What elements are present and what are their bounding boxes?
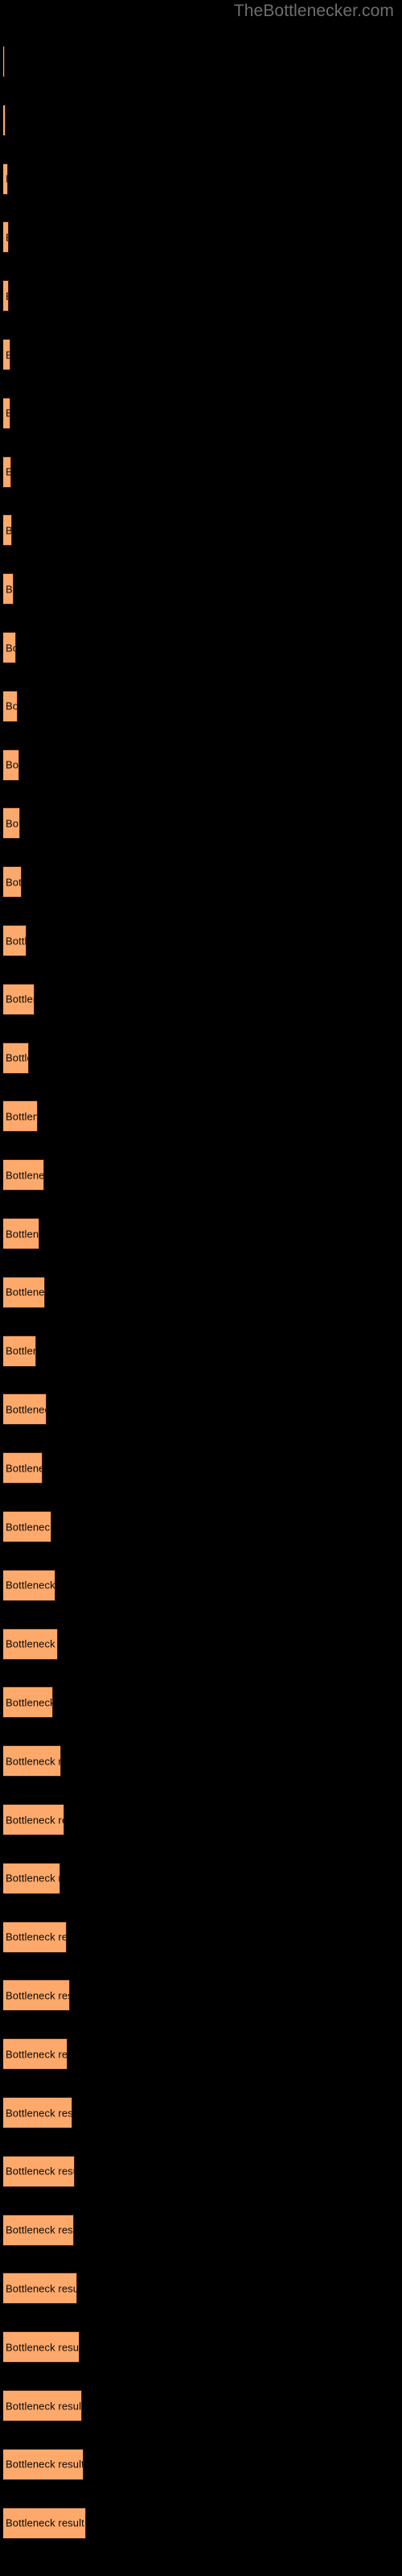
chart-bar: Bottleneck result xyxy=(3,2214,74,2246)
bar-label: Bottleneck result xyxy=(6,349,10,360)
chart-bar: Bottleneck result xyxy=(3,1159,44,1191)
chart-bar: Bottleneck result xyxy=(3,2331,80,2363)
chart-bar: Bottleneck result xyxy=(3,1628,58,1660)
bar-label: Bottleneck result xyxy=(6,2400,82,2412)
chart-bar: Bottleneck result xyxy=(3,1745,61,1777)
chart-bar: Bottleneck result xyxy=(3,163,8,195)
bar-label: Bottleneck result xyxy=(6,2223,73,2236)
bar-label: Bottleneck result xyxy=(6,1989,69,2002)
chart-bar: Bottleneck result xyxy=(3,339,10,370)
bar-label: Bottleneck result xyxy=(6,232,8,242)
bar-label: Bottleneck result xyxy=(6,1637,57,1650)
bar-label: Bottleneck result xyxy=(6,1814,64,1826)
chart-bar: Bottleneck result xyxy=(3,1511,51,1542)
bar-label: Bottleneck result xyxy=(6,2048,68,2061)
bar-label: Bottleneck result xyxy=(6,1228,39,1240)
chart-bar: Bottleneck result xyxy=(3,1393,47,1426)
bar-label: Bottleneck result xyxy=(6,817,19,830)
chart-bar: Bottleneck result xyxy=(3,749,19,781)
bar-label: Bottleneck result xyxy=(6,1286,45,1298)
chart-bar: Bottleneck result xyxy=(3,1452,43,1484)
bar-label: Bottleneck result xyxy=(6,524,12,537)
bar-label: Bottleneck result xyxy=(6,1696,53,1709)
chart-bar: Bottleneck result xyxy=(3,807,20,840)
bar-label: Bottleneck result xyxy=(6,2165,74,2178)
bar-label: Bottleneck result xyxy=(6,1169,44,1182)
bar-label: Bottleneck result xyxy=(6,174,7,184)
bar-label: Bottleneck result xyxy=(6,1872,59,1885)
bar-label: Bottleneck result xyxy=(6,1579,55,1591)
chart-bar: Bottleneck result xyxy=(3,280,9,312)
bottleneck-chart: TheBottlenecker.com Bottleneck resultBot… xyxy=(0,0,402,2576)
chart-bar: Bottleneck result xyxy=(3,456,11,488)
chart-bar: Bottleneck result xyxy=(3,1276,45,1308)
chart-bar: Bottleneck result xyxy=(3,104,6,136)
bar-label: Bottleneck result xyxy=(6,1403,46,1416)
bar-label: Bottleneck result xyxy=(6,1930,66,1943)
bar-label: Bottleneck result xyxy=(6,1344,35,1357)
chart-bar: Bottleneck result xyxy=(3,1862,60,1894)
chart-bar: Bottleneck result xyxy=(3,573,14,605)
bar-label: Bottleneck result xyxy=(6,2282,77,2295)
chart-bar: Bottleneck result xyxy=(3,690,18,722)
chart-bar: Bottleneck result xyxy=(3,1686,53,1719)
bar-label: Bottleneck result xyxy=(6,583,13,596)
chart-bar: Bottleneck result xyxy=(3,2273,77,2305)
chart-bar: Bottleneck result xyxy=(3,866,22,898)
chart-bar: Bottleneck result xyxy=(3,2155,75,2187)
bar-label: Bottleneck result xyxy=(6,642,15,654)
chart-bar: Bottleneck result xyxy=(3,397,10,429)
chart-bar: Bottleneck result xyxy=(3,983,35,1015)
bar-label: Bottleneck result xyxy=(6,700,18,712)
bar-label: Bottleneck result xyxy=(6,1051,28,1064)
bar-label: Bottleneck result xyxy=(6,291,8,301)
chart-bar: Bottleneck result xyxy=(3,1042,29,1074)
bar-label: Bottleneck result xyxy=(6,408,10,419)
bar-label: Bottleneck result xyxy=(6,758,19,771)
chart-bar: Bottleneck result xyxy=(3,1100,38,1133)
plot-area: Bottleneck result Bottleneck result Bottle… xyxy=(0,0,402,2576)
bar-label: Bottleneck result xyxy=(6,2458,84,2471)
chart-bar: Bottleneck result xyxy=(3,46,5,77)
bar-label: Bottleneck result xyxy=(6,1110,38,1123)
bar-label: Bottleneck result xyxy=(6,2516,84,2529)
chart-bar: Bottleneck result xyxy=(3,2097,72,2128)
bar-label: Bottleneck result xyxy=(6,467,10,477)
chart-bar: Bottleneck result xyxy=(3,2507,86,2539)
chart-bar: Bottleneck result xyxy=(3,1921,67,1953)
chart-bar: Bottleneck result xyxy=(3,2038,68,2070)
bar-label: Bottleneck result xyxy=(6,1521,51,1533)
chart-bar: Bottleneck result xyxy=(3,514,12,547)
chart-bar: Bottleneck result xyxy=(3,1335,36,1367)
chart-bar: Bottleneck result xyxy=(3,1804,64,1835)
chart-bar: Bottleneck result xyxy=(3,1218,39,1249)
chart-bar: Bottleneck result xyxy=(3,2448,84,2480)
bar-label: Bottleneck result xyxy=(6,935,27,947)
chart-bar: Bottleneck result xyxy=(3,221,9,254)
bar-label: Bottleneck result xyxy=(6,993,34,1005)
chart-bar: Bottleneck result xyxy=(3,1569,55,1601)
bar-label: Bottleneck result xyxy=(6,876,22,889)
chart-bar: Bottleneck result xyxy=(3,1979,70,2012)
bar-label: Bottleneck result xyxy=(6,1462,42,1475)
chart-bar: Bottleneck result xyxy=(3,2390,82,2421)
bar-label: Bottleneck result xyxy=(6,2341,80,2354)
chart-bar: Bottleneck result xyxy=(3,632,16,663)
bar-label: Bottleneck result xyxy=(6,1755,60,1768)
bar-label: Bottleneck result xyxy=(6,2107,72,2119)
chart-bar: Bottleneck result xyxy=(3,925,27,956)
